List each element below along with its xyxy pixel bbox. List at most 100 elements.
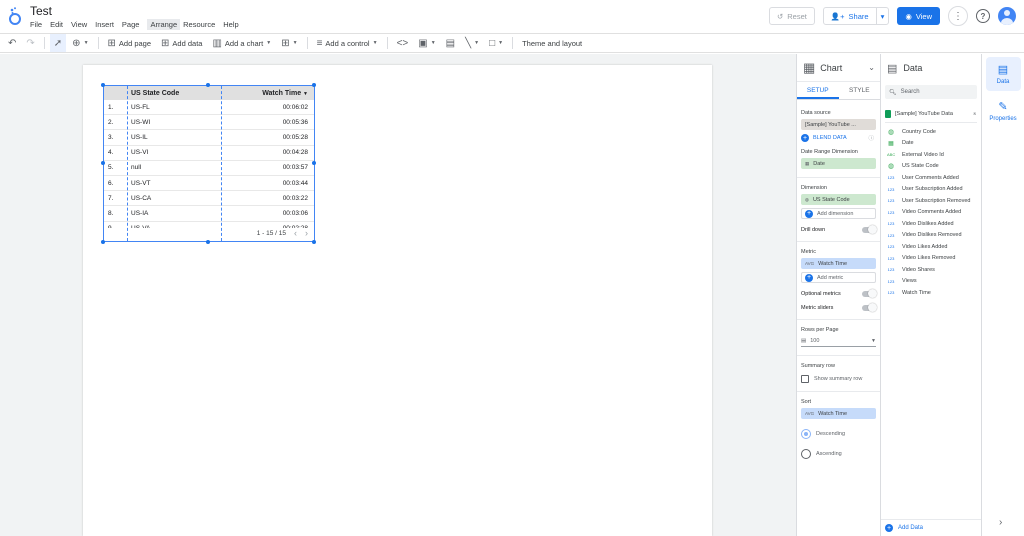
table-row[interactable]: 7. US-CA 00:03:22 [104, 191, 314, 207]
field-item[interactable]: ▦ Date [881, 138, 981, 150]
search-input[interactable]: 🔍︎ Search [885, 85, 977, 99]
undo-icon[interactable]: ↶ [4, 34, 20, 52]
field-item[interactable]: 123 User Comments Added [881, 172, 981, 184]
menu-arrange[interactable]: Arrange [147, 19, 181, 30]
table-row[interactable]: 3. US-IL 00:05:28 [104, 130, 314, 146]
menu-view[interactable]: View [71, 20, 92, 30]
resize-handle[interactable] [312, 240, 316, 244]
add-metric-button[interactable]: + Add metric [801, 272, 876, 283]
optional-metrics-toggle[interactable] [862, 289, 877, 298]
resize-handle[interactable] [312, 161, 316, 165]
watch-time-cell: 00:05:36 [282, 118, 308, 126]
image-button[interactable]: ▣ ▼ [414, 34, 439, 52]
field-item[interactable]: 123 User Subscription Removed [881, 195, 981, 207]
drill-down-toggle[interactable] [862, 225, 877, 234]
looker-studio-logo-icon[interactable] [8, 6, 22, 26]
share-dropdown-icon[interactable]: ▾ [877, 12, 889, 21]
blend-data-button[interactable]: + BLEND DATA ⓘ [801, 134, 876, 142]
field-item[interactable]: 123 Views [881, 276, 981, 288]
table-row[interactable]: 6. US-VT 00:03:44 [104, 176, 314, 192]
add-control-button[interactable]: ≡ Add a control ▼ [313, 34, 382, 52]
help-icon[interactable]: ⓘ [868, 134, 874, 142]
sort-chip[interactable]: AVG Watch Time [801, 408, 876, 419]
sort-descending-option[interactable]: Descending [801, 429, 876, 439]
tab-setup[interactable]: SETUP [797, 82, 839, 99]
field-item[interactable]: ABC External Video Id [881, 149, 981, 161]
column-header-dimension[interactable]: US State Code [127, 90, 221, 97]
menu-edit[interactable]: Edit [50, 20, 68, 30]
table-row[interactable]: 8. US-IA 00:03:06 [104, 206, 314, 222]
menu-page[interactable]: Page [122, 20, 145, 30]
resize-handle[interactable] [206, 240, 210, 244]
chevron-right-icon[interactable]: › [999, 517, 1002, 528]
ascending-radio[interactable] [801, 449, 811, 459]
resize-handle[interactable] [312, 83, 316, 87]
table-row[interactable]: 1. US-FL 00:06:02 [104, 100, 314, 116]
field-item[interactable]: 123 Video Likes Removed [881, 253, 981, 265]
field-item[interactable]: 123 Video Shares [881, 264, 981, 276]
data-source-chip[interactable]: [Sample] YouTube ... [801, 119, 876, 130]
field-item[interactable]: 123 Video Likes Added [881, 241, 981, 253]
table-chart[interactable]: US State Code Watch Time ▼ 1. US-FL 00:06:… [103, 85, 315, 242]
rail-data-button[interactable]: ▤ Data [985, 57, 1021, 91]
shape-button[interactable]: □ ▼ [485, 34, 507, 52]
field-item[interactable]: 123 Video Dislikes Added [881, 218, 981, 230]
data-source-row[interactable]: [Sample] YouTube Data ⌅ [885, 110, 977, 123]
show-summary-row[interactable]: Show summary row [801, 375, 876, 383]
resize-handle[interactable] [101, 240, 105, 244]
add-data-button[interactable]: ⊞ Add data [157, 34, 206, 52]
column-header-metric[interactable]: Watch Time ▼ [221, 90, 314, 97]
descending-radio[interactable] [801, 429, 811, 439]
field-item[interactable]: 123 Video Dislikes Removed [881, 230, 981, 242]
embed-code-icon[interactable]: <> [393, 34, 413, 52]
summary-row-checkbox[interactable] [801, 375, 809, 383]
more-options-icon[interactable]: ⋮ [948, 6, 968, 26]
chevron-right-icon[interactable]: › [305, 228, 308, 238]
zoom-button[interactable]: ⊕ ▼ [68, 34, 92, 52]
text-box-icon[interactable]: ▤ [442, 34, 459, 52]
resize-handle[interactable] [206, 83, 210, 87]
chevron-down-icon[interactable]: ⌄ [868, 63, 875, 72]
add-dimension-button[interactable]: + Add dimension [801, 208, 876, 219]
field-item[interactable]: 123 User Subscription Added [881, 184, 981, 196]
field-item[interactable]: 123 Watch Time [881, 287, 981, 299]
sort-ascending-option[interactable]: Ascending [801, 449, 876, 459]
resize-handle[interactable] [101, 161, 105, 165]
eye-icon: ◉ [905, 11, 912, 21]
chevron-left-icon[interactable]: ‹ [294, 228, 297, 238]
add-chart-button[interactable]: ▥ Add a chart ▼ [208, 34, 275, 52]
collapse-icon[interactable]: ⌅ [972, 111, 977, 117]
rows-per-page-select[interactable]: ▤ 100 ▼ [801, 336, 876, 347]
report-title[interactable]: Test [30, 4, 52, 18]
metric-sliders-toggle[interactable] [862, 303, 877, 312]
menu-resource[interactable]: Resource [183, 20, 220, 30]
menu-help[interactable]: Help [223, 20, 243, 30]
line-button[interactable]: ╲ ▼ [461, 34, 483, 52]
theme-layout-button[interactable]: Theme and layout [518, 34, 586, 52]
table-row[interactable]: 2. US-WI 00:05:36 [104, 115, 314, 131]
community-viz-button[interactable]: ⊞ ▼ [277, 34, 301, 52]
add-page-button[interactable]: ⊞ Add page [104, 34, 156, 52]
state-code-cell: null [131, 164, 142, 172]
tab-style[interactable]: STYLE [839, 82, 881, 99]
table-row[interactable]: 5. null 00:03:57 [104, 161, 314, 176]
view-button[interactable]: ◉ View [897, 7, 940, 25]
redo-icon[interactable]: ↷ [22, 34, 38, 52]
select-pointer-icon[interactable]: ➚ [49, 34, 67, 52]
field-item[interactable]: ◍ Country Code [881, 126, 981, 138]
menu-insert[interactable]: Insert [95, 20, 119, 30]
dimension-chip[interactable]: ◍ US State Code [801, 194, 876, 205]
field-item[interactable]: 123 Video Comments Added [881, 207, 981, 219]
table-row[interactable]: 4. US-VI 00:04:28 [104, 146, 314, 161]
reset-button[interactable]: ↺ Reset [768, 7, 815, 25]
menu-file[interactable]: File [30, 20, 47, 30]
date-range-chip[interactable]: ▦ Date [801, 158, 876, 169]
share-button[interactable]: 👤+ Share ▾ [822, 7, 890, 25]
avatar[interactable] [998, 7, 1016, 25]
add-data-button[interactable]: + Add Data [881, 519, 981, 536]
rail-properties-button[interactable]: ✎ Properties [986, 94, 1021, 128]
resize-handle[interactable] [101, 83, 105, 87]
field-item[interactable]: ◍ US State Code [881, 161, 981, 173]
help-icon[interactable]: ? [976, 9, 990, 23]
metric-chip[interactable]: AVG Watch Time [801, 258, 876, 269]
